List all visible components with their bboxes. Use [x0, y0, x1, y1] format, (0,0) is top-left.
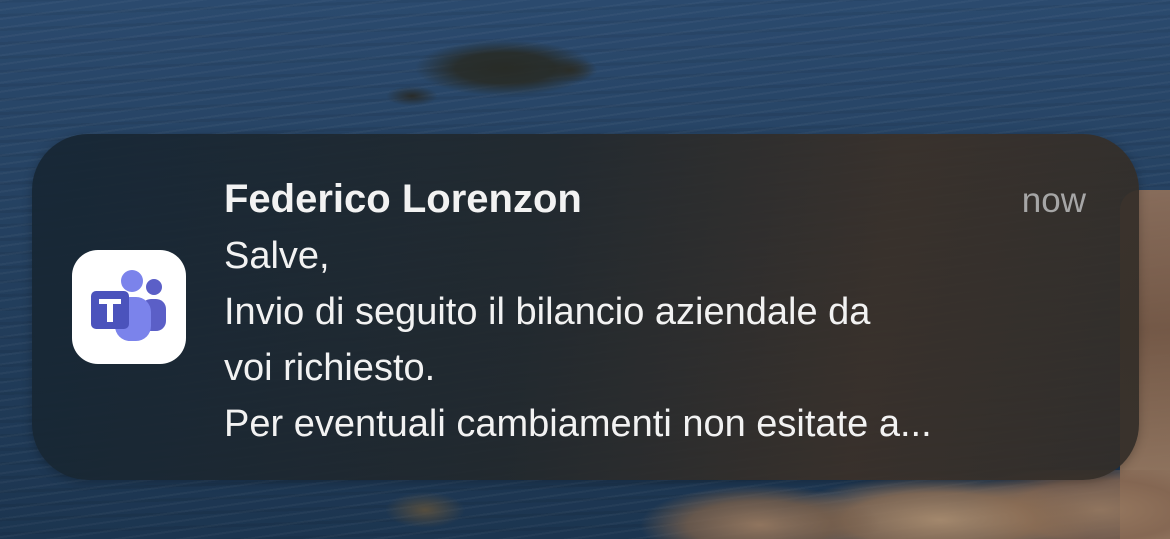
- wallpaper-rocks-bottom: [380, 470, 1170, 539]
- notification-banner[interactable]: Federico Lorenzon now Salve, Invio di se…: [32, 134, 1139, 480]
- microsoft-teams-icon: [72, 250, 186, 364]
- message-line: voi richiesto.: [224, 347, 436, 389]
- notification-message: Salve, Invio di seguito il bilancio azie…: [224, 228, 1094, 452]
- message-line: Per eventuali cambiamenti non esitate a.…: [224, 403, 932, 445]
- message-line: Invio di seguito il bilancio aziendale d…: [224, 291, 871, 333]
- notification-sender: Federico Lorenzon: [224, 177, 582, 221]
- message-line: Salve,: [224, 235, 330, 277]
- notification-time: now: [1021, 181, 1086, 220]
